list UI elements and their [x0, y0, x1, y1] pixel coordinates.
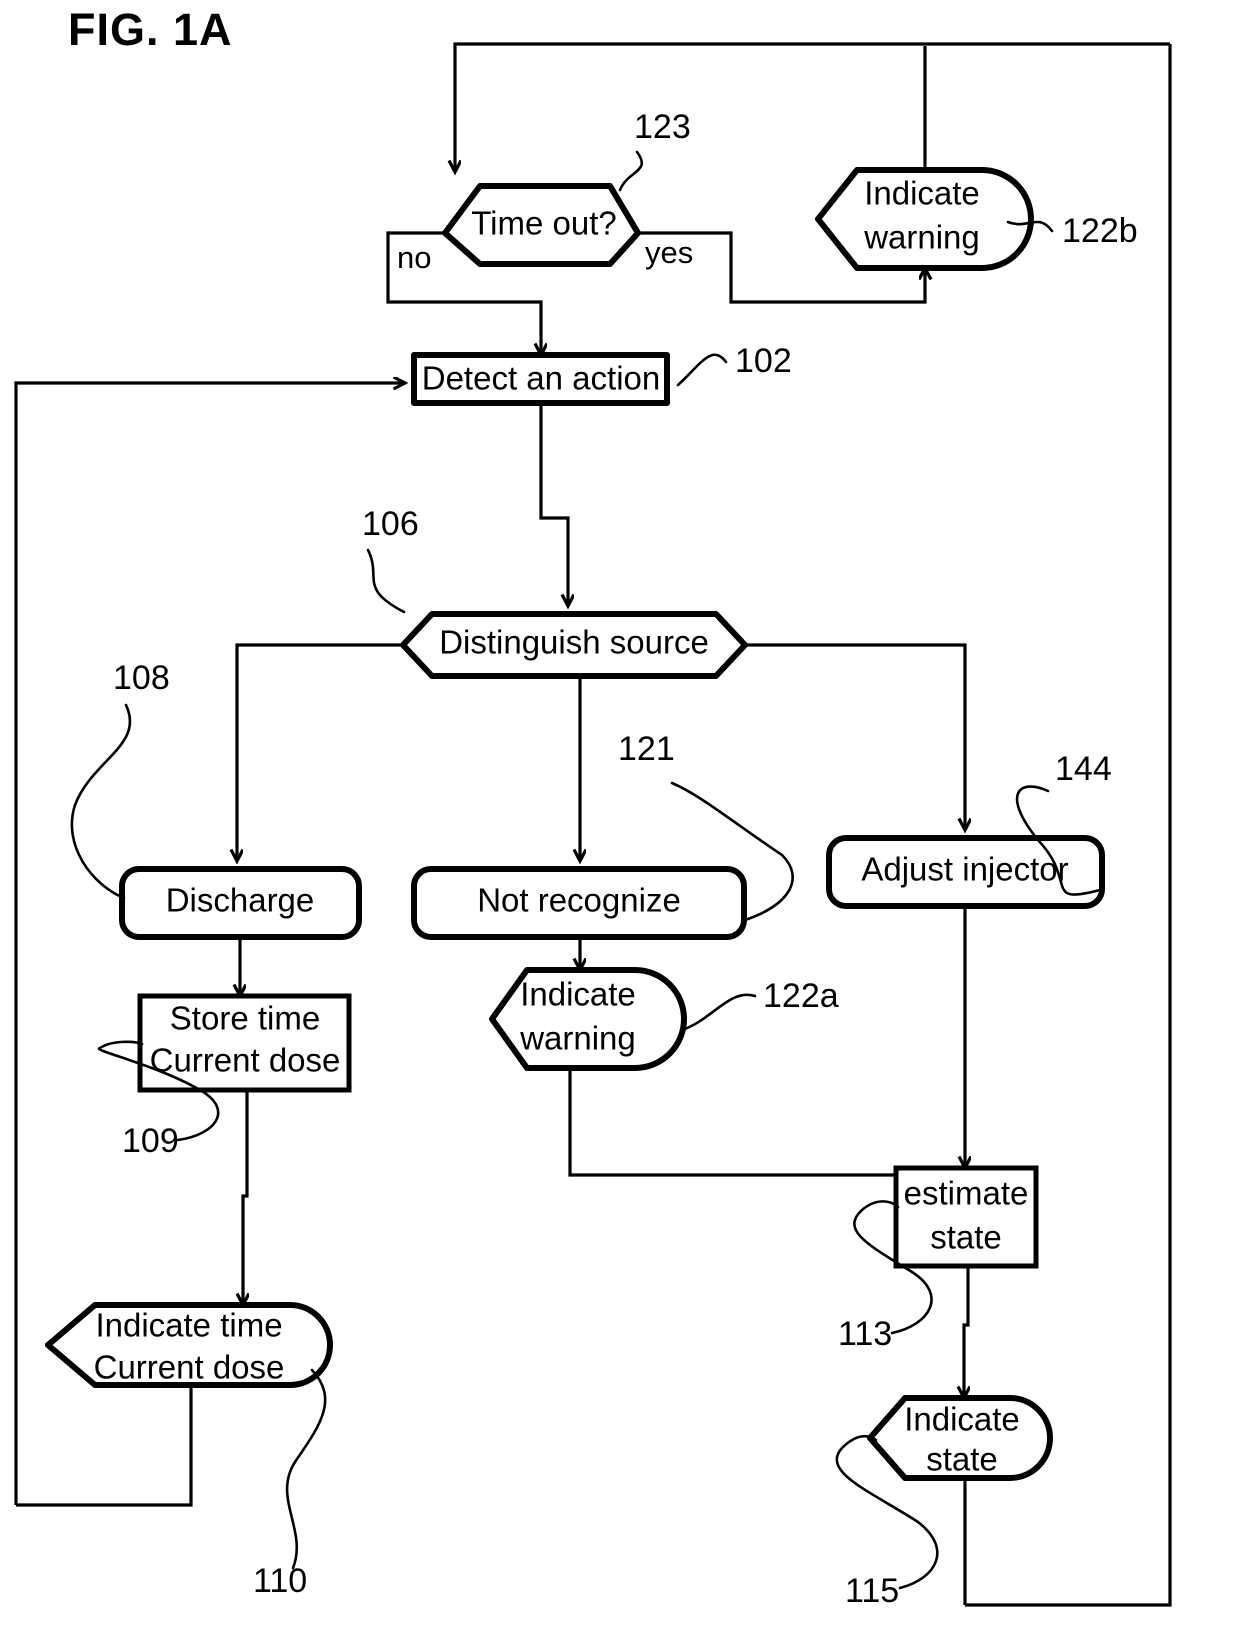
node-discharge[interactable]: Discharge [119, 866, 362, 940]
node-adjust-injector[interactable]: Adjust injector [826, 835, 1105, 909]
estimate-state-label-2: state [930, 1219, 1002, 1256]
node-indicate-time[interactable]: Indicate time Current dose [45, 1302, 333, 1388]
ref-122a-text: 122a [763, 977, 839, 1015]
node-not-recognize[interactable]: Not recognize [411, 866, 747, 940]
timeout-label: Time out? [471, 205, 617, 242]
ref-102-text: 102 [735, 342, 792, 380]
ref-115-text: 115 [845, 1572, 899, 1610]
indicate-warning-a-label-2: warning [519, 1020, 636, 1057]
ref-109-text: 109 [122, 1122, 179, 1160]
node-indicate-state[interactable]: Indicate state [867, 1395, 1053, 1481]
distinguish-source-label: Distinguish source [439, 624, 709, 661]
store-time-label-2: Current dose [150, 1042, 341, 1079]
indicate-warning-b-label-1: Indicate [864, 175, 980, 212]
page-title: FIG. 1A [68, 4, 233, 55]
indicate-warning-b-label-2: warning [863, 219, 980, 256]
ref-144-text: 144 [1055, 750, 1112, 788]
indicate-time-label-2: Current dose [94, 1349, 285, 1386]
edge-label-no: no [397, 240, 431, 275]
ref-113-text: 113 [838, 1315, 892, 1353]
store-time-label-1: Store time [170, 1000, 320, 1037]
ref-106-text: 106 [362, 505, 419, 543]
node-estimate-state[interactable]: estimate state [893, 1165, 1039, 1269]
discharge-label: Discharge [166, 882, 315, 919]
ref-122b-text: 122b [1062, 212, 1138, 250]
flowchart-figure: FIG. 1A Time out? 123 Indicate warning 1… [0, 0, 1240, 1636]
estimate-state-label-1: estimate [904, 1175, 1029, 1212]
node-timeout[interactable]: Time out? [442, 183, 641, 267]
node-detect-action[interactable]: Detect an action [411, 352, 670, 406]
node-indicate-warning-b[interactable]: Indicate warning [815, 167, 1034, 271]
ref-121-text: 121 [618, 730, 675, 768]
indicate-state-label-1: Indicate [904, 1401, 1020, 1438]
edge-label-yes: yes [645, 235, 693, 270]
ref-110-text: 110 [253, 1562, 307, 1600]
detect-action-label: Detect an action [422, 360, 660, 397]
node-distinguish-source[interactable]: Distinguish source [400, 611, 748, 679]
adjust-injector-label: Adjust injector [861, 851, 1068, 888]
ref-108-text: 108 [113, 659, 170, 697]
indicate-time-label-1: Indicate time [95, 1307, 282, 1344]
node-indicate-warning-a[interactable]: Indicate warning [489, 967, 687, 1071]
indicate-state-label-2: state [926, 1441, 998, 1478]
ref-123-text: 123 [634, 108, 691, 146]
indicate-warning-a-label-1: Indicate [520, 976, 636, 1013]
not-recognize-label: Not recognize [477, 882, 681, 919]
